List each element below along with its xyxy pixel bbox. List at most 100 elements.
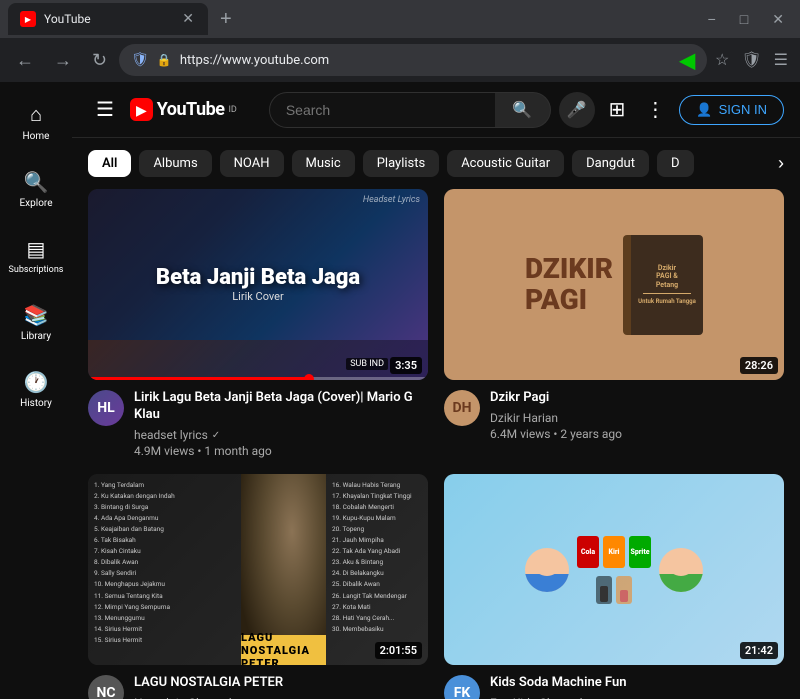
sidebar-item-subscriptions[interactable]: ▤ Subscriptions: [0, 225, 72, 287]
book-title: DzikirPAGI &Petang: [656, 264, 678, 289]
duration-badge: 2:01:55: [375, 642, 422, 659]
chips-scroll-right[interactable]: ›: [778, 153, 784, 174]
chip-albums[interactable]: Albums: [139, 150, 211, 177]
sidebar-label-subscriptions: Subscriptions: [9, 265, 64, 275]
search-bar: 🔍: [269, 92, 551, 128]
sign-in-label: SIGN IN: [719, 102, 767, 117]
sidebar: ⌂ Home 🔍 Explore ▤ Subscriptions 📚 Libra…: [0, 82, 72, 699]
book-cover: DzikirPAGI &Petang Untuk Rumah Tangga: [623, 235, 703, 335]
search-submit-button[interactable]: 🔍: [495, 92, 551, 128]
thumbnail: Headset Lyrics Beta Janji Beta Jaga Liri…: [88, 189, 428, 380]
thumb-title: Beta Janji Beta Jaga: [156, 266, 360, 290]
history-icon: 🕐: [24, 370, 49, 394]
thumb-text: DZIKIRPAGI: [525, 254, 613, 316]
more-options-button[interactable]: ⋮: [639, 91, 671, 128]
search-input[interactable]: [269, 92, 495, 128]
chip-d[interactable]: D: [657, 150, 694, 177]
chip-noah[interactable]: NOAH: [220, 150, 284, 177]
explore-icon: 🔍: [24, 170, 49, 194]
sidebar-label-home: Home: [23, 131, 50, 142]
address-bar-row: ← → ↻ 🛡 🔒 https://www.youtube.com ◀ ☆ 🛡 …: [0, 38, 800, 82]
book-gold-line: [643, 293, 691, 294]
fanta-can: Kiri: [603, 536, 625, 568]
tab-favicon: [20, 11, 36, 27]
tab-close-icon[interactable]: ✕: [180, 9, 196, 29]
browser-tab[interactable]: YouTube ✕: [8, 3, 208, 35]
sidebar-item-home[interactable]: ⌂ Home: [0, 90, 72, 154]
video-card[interactable]: Cola Kiri Sprite: [444, 474, 784, 699]
video-card[interactable]: DZIKIRPAGI DzikirPAGI &Petang Untuk Ruma…: [444, 189, 784, 458]
video-card[interactable]: Headset Lyrics Beta Janji Beta Jaga Liri…: [88, 189, 428, 458]
channel-name: Dzikir Harian: [490, 411, 784, 425]
channel-avatar[interactable]: DH: [444, 390, 480, 426]
progress-fill: [88, 377, 309, 380]
subscriptions-icon: ▤: [27, 237, 46, 261]
soda-machine-display: Cola Kiri Sprite: [577, 536, 651, 604]
refresh-button[interactable]: ↻: [84, 46, 115, 75]
chip-playlists[interactable]: Playlists: [363, 150, 439, 177]
video-meta: Kids Soda Machine Fun Fun Kids Channel 1…: [490, 675, 784, 699]
header-actions: 🎤 ⊞ ⋮ 👤 SIGN IN: [559, 91, 784, 128]
address-bar[interactable]: 🛡 🔒 https://www.youtube.com ◀: [119, 44, 707, 76]
sidebar-item-history[interactable]: 🕐 History: [0, 358, 72, 421]
yt-logo-icon: [130, 98, 153, 121]
chip-dangdut[interactable]: Dangdut: [572, 150, 649, 177]
sub-ind-label: SUB IND: [346, 358, 388, 370]
sidebar-label-explore: Explore: [20, 198, 53, 209]
tab-title: YouTube: [44, 12, 172, 26]
close-button[interactable]: ✕: [764, 7, 792, 32]
address-text: https://www.youtube.com: [180, 53, 672, 68]
channel-name: headset lyrics ✓: [134, 428, 428, 442]
sidebar-label-history: History: [20, 398, 52, 409]
video-card[interactable]: 1. Yang Terdalam 2. Ku Katakan dengan In…: [88, 474, 428, 699]
bookmark-button[interactable]: ☆: [711, 46, 733, 74]
back-button[interactable]: ←: [8, 46, 42, 75]
thumb-watermark: Headset Lyrics: [363, 195, 420, 205]
tab-bar: YouTube ✕ + − □ ✕: [0, 0, 800, 38]
minimize-button[interactable]: −: [700, 7, 724, 31]
duration-badge: 21:42: [740, 642, 778, 659]
video-info: DH Dzikr Pagi Dzikir Harian 6.4M views •…: [444, 390, 784, 441]
menu-button[interactable]: ☰: [770, 46, 792, 74]
shield-action-button[interactable]: 🛡: [737, 46, 765, 74]
duration-badge: 28:26: [740, 357, 778, 374]
filter-chips-bar: All Albums NOAH Music Playlists Acoustic…: [72, 138, 800, 189]
hamburger-menu-button[interactable]: ☰: [88, 89, 122, 130]
channel-avatar[interactable]: NC: [88, 675, 124, 699]
video-info: NC LAGU NOSTALGIA PETER Nostalgia Channe…: [88, 675, 428, 699]
header-wrap: ☰ YouTubeID 🔍 🎤 ⊞ ⋮ 👤 SIGN IN: [72, 82, 800, 189]
forward-button[interactable]: →: [46, 46, 80, 75]
channel-avatar[interactable]: FK: [444, 675, 480, 699]
video-meta: Dzikr Pagi Dzikir Harian 6.4M views • 2 …: [490, 390, 784, 441]
chip-music[interactable]: Music: [292, 150, 355, 177]
chip-all[interactable]: All: [88, 150, 131, 177]
video-info: HL Lirik Lagu Beta Janji Beta Jaga (Cove…: [88, 390, 428, 458]
sidebar-item-explore[interactable]: 🔍 Explore: [0, 158, 72, 221]
sidebar-label-library: Library: [21, 331, 51, 342]
video-grid: Headset Lyrics Beta Janji Beta Jaga Liri…: [72, 189, 800, 699]
shield-icon: 🛡: [131, 52, 149, 68]
video-title: LAGU NOSTALGIA PETER: [134, 675, 428, 692]
channel-avatar[interactable]: HL: [88, 390, 124, 426]
sign-in-button[interactable]: 👤 SIGN IN: [679, 95, 784, 125]
thumb-title-overlay: LAGU NOSTALGIA PETER: [241, 631, 326, 666]
new-tab-button[interactable]: +: [212, 4, 240, 35]
yt-logo[interactable]: YouTubeID: [130, 98, 237, 121]
chip-acoustic-guitar[interactable]: Acoustic Guitar: [447, 150, 564, 177]
maximize-button[interactable]: □: [732, 7, 756, 31]
thumb-subtitle: Lirik Cover: [232, 290, 283, 303]
main: ☰ YouTubeID 🔍 🎤 ⊞ ⋮ 👤 SIGN IN: [72, 82, 800, 699]
video-stats: 4.9M views • 1 month ago: [134, 444, 428, 458]
kid-2: [659, 548, 703, 592]
verified-icon: ✓: [212, 430, 220, 441]
sidebar-item-library[interactable]: 📚 Library: [0, 291, 72, 354]
mic-button[interactable]: 🎤: [559, 92, 595, 128]
video-title: Kids Soda Machine Fun: [490, 675, 784, 692]
grid-button[interactable]: ⊞: [603, 91, 632, 128]
sprite-can: Sprite: [629, 536, 651, 568]
thumbnail: Cola Kiri Sprite: [444, 474, 784, 665]
cola-can: Cola: [577, 536, 599, 568]
video-info: FK Kids Soda Machine Fun Fun Kids Channe…: [444, 675, 784, 699]
video-title: Dzikr Pagi: [490, 390, 784, 407]
green-arrow-icon: ◀: [680, 48, 695, 72]
